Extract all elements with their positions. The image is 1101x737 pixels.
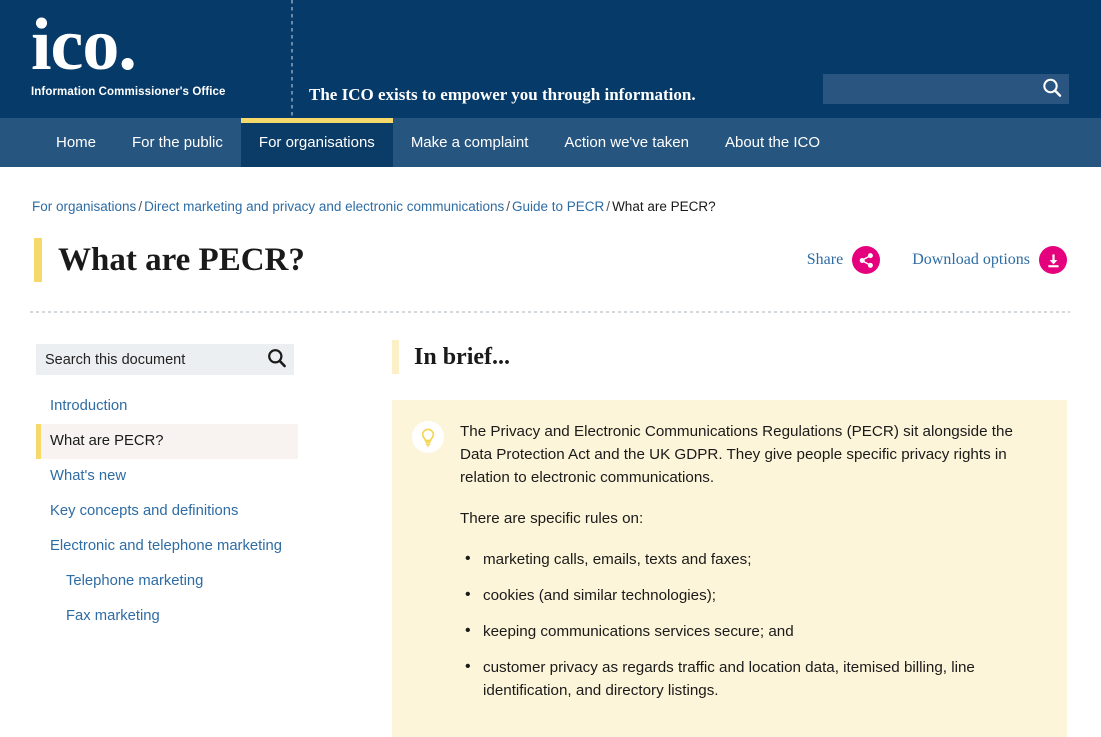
site-header: ico. Information Commissioner's Office T… (0, 0, 1101, 118)
page-title-row: What are PECR? Share Download options (0, 238, 1101, 284)
nav-item-action-weve-taken[interactable]: Action we've taken (546, 118, 707, 167)
sidebar-item-label: What are PECR? (50, 433, 164, 449)
site-search[interactable] (823, 74, 1069, 104)
nav-item-for-organisations[interactable]: For organisations (240, 118, 393, 167)
list-item: cookies (and similar technologies); (460, 583, 1045, 607)
callout-bullet-list: marketing calls, emails, texts and faxes… (460, 547, 1045, 702)
breadcrumb-separator: / (138, 199, 143, 214)
breadcrumb-current: What are PECR? (612, 199, 716, 214)
sidebar-item-label: Introduction (50, 398, 128, 414)
site-search-input[interactable] (823, 74, 1035, 104)
nav-item-for-the-public[interactable]: For the public (114, 118, 241, 167)
document-toc: Introduction What are PECR? What's new K… (36, 389, 298, 634)
nav-item-about-the-ico[interactable]: About the ICO (707, 118, 838, 167)
ico-logo[interactable]: ico. Information Commissioner's Office (31, 8, 261, 98)
breadcrumb-link-2[interactable]: Direct marketing and privacy and electro… (144, 199, 504, 214)
sidebar-item-fax-marketing[interactable]: Fax marketing (36, 599, 298, 634)
download-label: Download options (912, 251, 1030, 268)
download-icon (1039, 246, 1067, 274)
page-actions: Share Download options (807, 246, 1067, 274)
callout-body: The Privacy and Electronic Communication… (460, 420, 1045, 715)
callout-paragraph-2: There are specific rules on: (460, 510, 644, 527)
sidebar-item-label: Key concepts and definitions (50, 503, 239, 519)
breadcrumb-separator: / (606, 199, 611, 214)
section-heading: In brief... (392, 340, 1067, 374)
section-title: In brief... (414, 344, 510, 370)
search-icon (1043, 78, 1062, 97)
callout-inner: The Privacy and Electronic Communication… (412, 420, 1045, 715)
title-accent-bar (34, 238, 42, 282)
breadcrumb-separator: / (506, 199, 510, 214)
main-navigation: Home For the public For organisations Ma… (0, 118, 1101, 167)
nav-label: Make a complaint (410, 134, 529, 151)
sidebar-item-what-are-pecr[interactable]: What are PECR? (36, 424, 298, 459)
sidebar-item-label: Telephone marketing (66, 573, 204, 589)
callout-paragraph-1: The Privacy and Electronic Communication… (460, 423, 1013, 486)
nav-label: Action we've taken (564, 134, 689, 151)
list-item: keeping communications services secure; … (460, 619, 1045, 643)
header-vertical-divider (291, 0, 293, 118)
document-search-input[interactable] (36, 344, 260, 375)
content-top-divider (30, 311, 1070, 313)
sidebar-item-label: Electronic and telephone marketing (50, 538, 282, 554)
page-title-wrap: What are PECR? (34, 238, 305, 282)
nav-label: About the ICO (724, 134, 821, 151)
sidebar-item-introduction[interactable]: Introduction (36, 389, 298, 424)
breadcrumb-link-1[interactable]: For organisations (32, 199, 136, 214)
section-accent-bar (392, 340, 399, 374)
share-icon (852, 246, 881, 274)
logo-subtitle: Information Commissioner's Office (31, 86, 226, 98)
nav-item-home[interactable]: Home (38, 118, 114, 167)
site-tagline: The ICO exists to empower you through in… (309, 85, 696, 104)
share-label: Share (806, 251, 844, 268)
main-content: In brief... The Privacy and Electronic C… (392, 340, 1067, 737)
in-brief-callout: The Privacy and Electronic Communication… (392, 400, 1067, 737)
document-sidebar: Introduction What are PECR? What's new K… (36, 344, 298, 634)
list-item: marketing calls, emails, texts and faxes… (460, 547, 1045, 571)
sidebar-item-key-concepts-and-definitions[interactable]: Key concepts and definitions (36, 494, 298, 529)
breadcrumb-link-3[interactable]: Guide to PECR (512, 199, 604, 214)
document-search-button[interactable] (264, 347, 290, 372)
list-item: customer privacy as regards traffic and … (460, 655, 1045, 702)
search-icon (268, 349, 286, 368)
nav-item-make-a-complaint[interactable]: Make a complaint (393, 118, 547, 167)
nav-label: For organisations (258, 134, 375, 151)
breadcrumb: For organisations / Direct marketing and p… (32, 196, 732, 217)
nav-label: For the public (132, 134, 223, 151)
nav-label: Home (56, 134, 97, 151)
download-options-button[interactable]: Download options (912, 246, 1067, 274)
site-search-button[interactable] (1039, 77, 1065, 101)
sidebar-item-whats-new[interactable]: What's new (36, 459, 298, 494)
share-button[interactable]: Share (806, 246, 881, 274)
sidebar-item-telephone-marketing[interactable]: Telephone marketing (36, 564, 298, 599)
page-title: What are PECR? (58, 242, 305, 278)
logo-wordmark: ico. (31, 4, 137, 86)
sidebar-item-label: Fax marketing (66, 608, 160, 624)
sidebar-item-electronic-and-telephone-marketing[interactable]: Electronic and telephone marketing (36, 529, 298, 564)
document-search[interactable] (36, 344, 294, 375)
sidebar-item-label: What's new (50, 468, 127, 484)
lightbulb-icon (412, 421, 444, 453)
